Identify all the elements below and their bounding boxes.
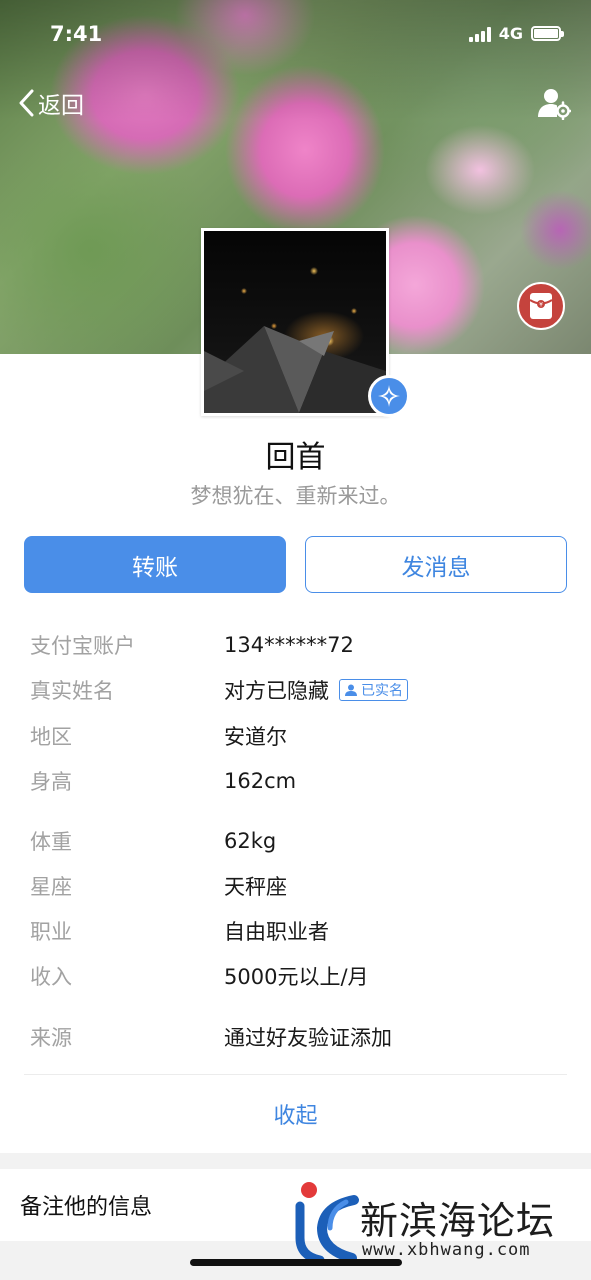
red-packet-button[interactable]: ¥: [517, 282, 565, 330]
status-time: 7:41: [50, 22, 103, 46]
info-label: 真实姓名: [30, 679, 114, 703]
info-value: 62kg: [224, 829, 277, 853]
info-value: 5000元以上/月: [224, 965, 369, 989]
info-value: 通过好友验证添加: [224, 1026, 392, 1050]
back-button[interactable]: 返回: [18, 86, 84, 120]
divider: [24, 1074, 567, 1075]
avatar-image: [204, 231, 386, 413]
info-label: 收入: [30, 965, 72, 989]
info-label: 地区: [30, 725, 72, 749]
watermark-url: www.xbhwang.com: [362, 1240, 531, 1260]
chevron-left-icon: [19, 89, 34, 117]
info-value: 自由职业者: [224, 920, 329, 944]
send-message-button[interactable]: 发消息: [305, 536, 567, 593]
info-row-real-name: 真实姓名 对方已隐藏 已实名: [0, 670, 591, 710]
info-label: 来源: [30, 1026, 72, 1050]
svg-text:¥: ¥: [539, 302, 543, 309]
info-value: 安道尔: [224, 725, 287, 749]
info-row-region: 地区 安道尔: [0, 716, 591, 756]
info-label: 体重: [30, 830, 72, 854]
info-row-zodiac: 星座 天秤座: [0, 866, 591, 906]
profile-name: 回首: [265, 440, 326, 475]
transfer-button[interactable]: 转账: [24, 536, 286, 593]
realname-person-icon: [345, 684, 357, 696]
realname-tag-label: 已实名: [361, 683, 403, 699]
info-row-weight: 体重 62kg: [0, 821, 591, 861]
forum-logo-icon: [295, 1182, 359, 1264]
info-label: 职业: [30, 920, 72, 944]
info-label: 支付宝账户: [30, 634, 135, 658]
user-settings-button[interactable]: [537, 86, 572, 121]
info-label: 身高: [30, 770, 72, 794]
forum-watermark: 新滨海论坛 www.xbhwang.com: [292, 1180, 587, 1264]
network-type: 4G: [498, 24, 523, 43]
home-indicator[interactable]: [190, 1259, 402, 1266]
profile-signature: 梦想犹在、重新来过。: [190, 484, 401, 508]
info-value: 134******72: [224, 633, 354, 657]
info-row-occupation: 职业 自由职业者: [0, 911, 591, 951]
info-value-wrap: 对方已隐藏 已实名: [224, 675, 408, 705]
battery-icon: [531, 26, 564, 41]
user-settings-icon: [538, 89, 572, 121]
info-value: 对方已隐藏: [224, 679, 329, 703]
info-row-account: 支付宝账户 134******72: [0, 625, 591, 665]
verified-star-icon: [378, 385, 400, 407]
verified-badge: [368, 375, 410, 417]
info-value: 162cm: [224, 769, 297, 793]
info-row-source: 来源 通过好友验证添加: [0, 1017, 591, 1057]
red-packet-icon: ¥: [529, 293, 553, 319]
info-label: 星座: [30, 875, 72, 899]
cellular-signal-icon: [468, 26, 491, 42]
status-indicators: 4G: [468, 24, 564, 43]
collapse-button[interactable]: 收起: [0, 1098, 591, 1130]
section-gap: [0, 1153, 591, 1169]
info-row-income: 收入 5000元以上/月: [0, 956, 591, 996]
watermark-title: 新滨海论坛: [360, 1199, 556, 1243]
info-value: 天秤座: [224, 875, 287, 899]
info-row-height: 身高 162cm: [0, 761, 591, 801]
remark-label: 备注他的信息: [20, 1195, 153, 1220]
back-label: 返回: [38, 93, 84, 119]
realname-verified-tag: 已实名: [339, 679, 408, 701]
avatar[interactable]: [201, 228, 389, 416]
